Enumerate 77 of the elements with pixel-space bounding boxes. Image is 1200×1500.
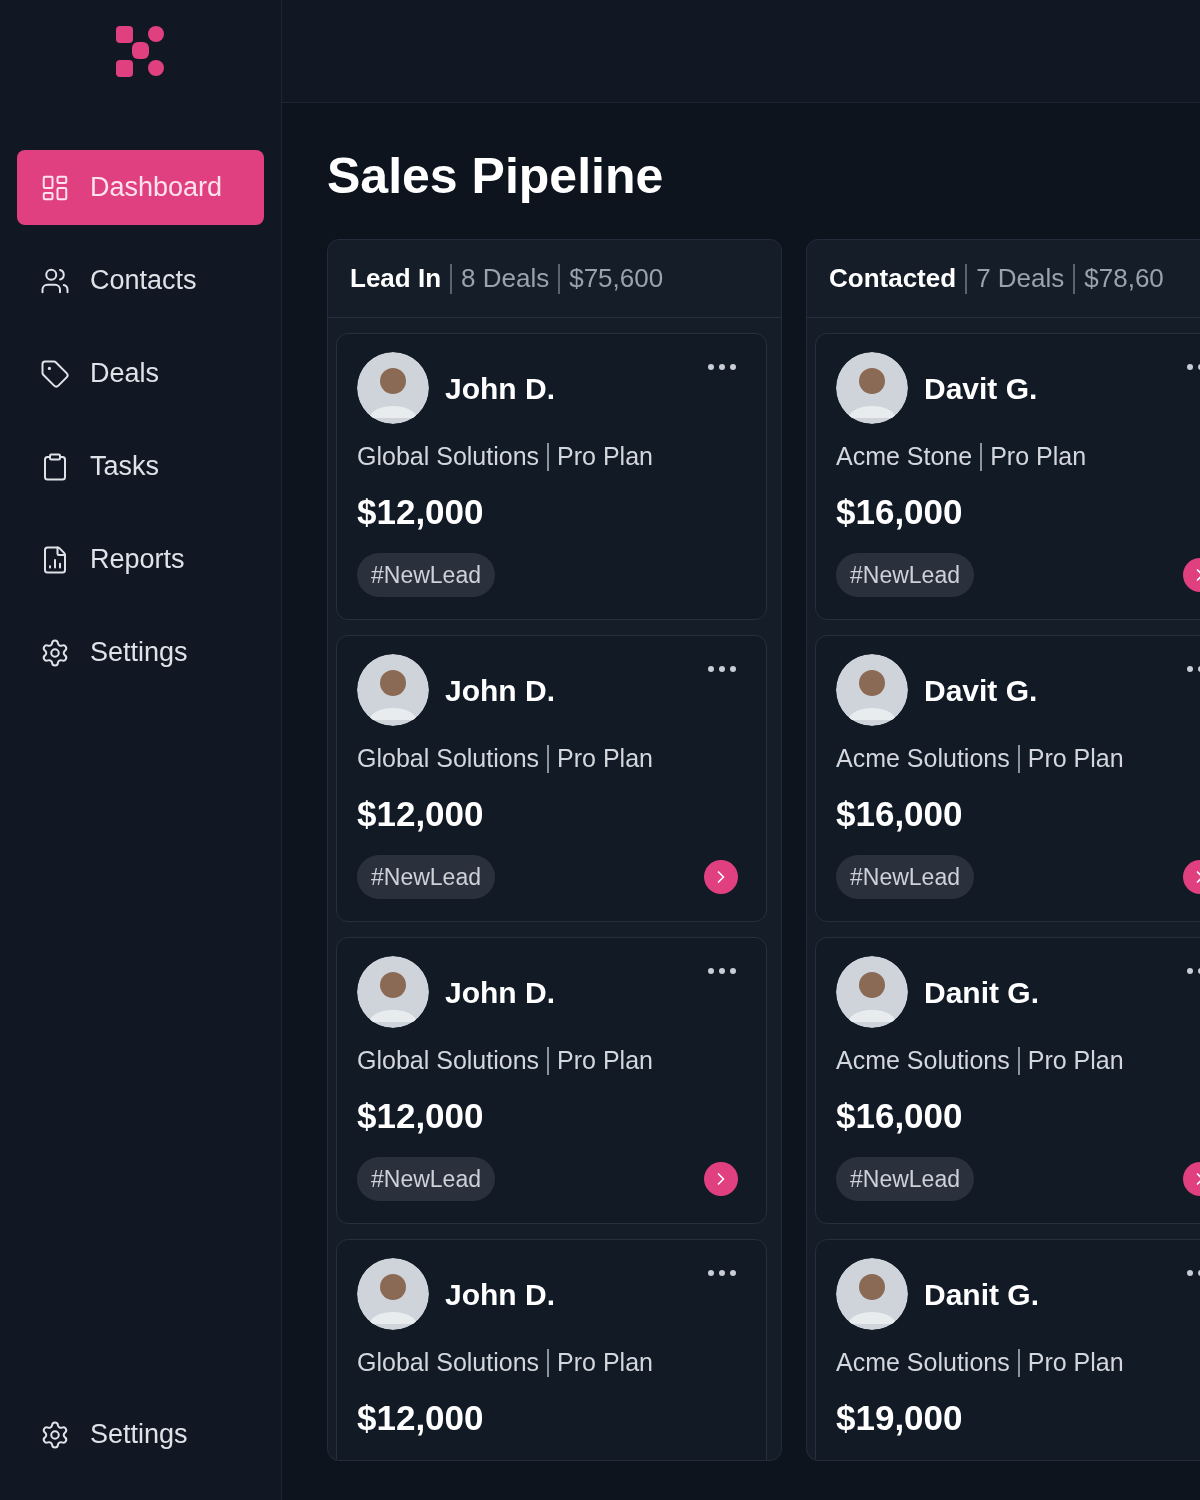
advance-button[interactable] xyxy=(704,1162,738,1196)
advance-button[interactable] xyxy=(704,860,738,894)
deal-amount: $16,000 xyxy=(836,1094,964,1137)
deal-amount: $19,000 xyxy=(836,1396,964,1439)
settings-icon xyxy=(40,1419,70,1450)
avatar xyxy=(357,956,429,1028)
plan-name: Pro Plan xyxy=(557,441,653,472)
plan-name: Pro Plan xyxy=(990,441,1087,472)
more-icon[interactable] xyxy=(708,968,736,974)
plan-name: Pro Plan xyxy=(1027,1045,1124,1076)
company-name: Acme Stone xyxy=(836,441,973,472)
contact-name: John D. xyxy=(445,1276,555,1313)
avatar xyxy=(836,1258,908,1330)
deal-card[interactable]: John D. Global Solutions Pro Plan $12,000 #NewLead xyxy=(336,333,767,620)
contact-name: Danit G. xyxy=(924,1276,1039,1313)
nav-item[interactable]: Tasks xyxy=(17,429,264,504)
settings-icon xyxy=(40,637,70,668)
company-name: Acme Solutions xyxy=(836,1347,1010,1378)
plan-name: Pro Plan xyxy=(1027,1347,1124,1378)
contact-name: Davit G. xyxy=(924,370,1038,407)
more-icon[interactable] xyxy=(708,364,736,370)
deal-card[interactable]: John D. Global Solutions Pro Plan $12,000 xyxy=(336,1239,767,1460)
column-total: $75,600 xyxy=(569,262,664,295)
contact-name: John D. xyxy=(445,370,555,407)
plan-name: Pro Plan xyxy=(557,1045,653,1076)
logo-icon xyxy=(115,26,166,78)
contact-name: Danit G. xyxy=(924,974,1039,1011)
avatar xyxy=(836,956,908,1028)
more-icon[interactable] xyxy=(708,666,736,672)
contact-name: Davit G. xyxy=(924,672,1038,709)
more-icon[interactable] xyxy=(708,1270,736,1276)
deal-amount: $12,000 xyxy=(357,1094,485,1137)
company-name: Global Solutions xyxy=(357,1347,540,1378)
company-name: Global Solutions xyxy=(357,743,540,774)
company-name: Acme Solutions xyxy=(836,1045,1010,1076)
deal-card[interactable]: Danit G. Acme Solutions Pro Plan $19,000 xyxy=(815,1239,1200,1460)
page-title: Sales Pipeline xyxy=(327,147,665,206)
deal-count: 8 Deals xyxy=(461,262,550,295)
avatar xyxy=(357,352,429,424)
deal-card[interactable]: John D. Global Solutions Pro Plan $12,000 #NewLead xyxy=(336,937,767,1224)
deal-amount: $12,000 xyxy=(357,1396,485,1439)
deal-card[interactable]: John D. Global Solutions Pro Plan $12,000 #NewLead xyxy=(336,635,767,922)
avatar xyxy=(357,654,429,726)
nav-item[interactable]: Settings xyxy=(17,1397,211,1472)
nav-item[interactable]: Settings xyxy=(17,615,264,690)
tag-chip[interactable]: #NewLead xyxy=(357,854,495,900)
nav-item[interactable]: Reports xyxy=(17,522,264,597)
tag-chip[interactable]: #NewLead xyxy=(836,1156,974,1202)
deal-card[interactable]: Davit G. Acme Stone Pro Plan $16,000 #NewLead xyxy=(815,333,1200,620)
company-name: Global Solutions xyxy=(357,441,540,472)
avatar xyxy=(836,352,908,424)
tag-icon xyxy=(40,358,70,389)
plan-name: Pro Plan xyxy=(557,743,653,774)
deal-amount: $12,000 xyxy=(357,490,485,533)
deal-card[interactable]: Davit G. Acme Solutions Pro Plan $16,000 #NewLead xyxy=(815,635,1200,922)
contact-name: John D. xyxy=(445,672,555,709)
deal-amount: $12,000 xyxy=(357,792,485,835)
contact-name: John D. xyxy=(445,974,555,1011)
column-total: $78,60 xyxy=(1084,262,1164,295)
tag-chip[interactable]: #NewLead xyxy=(836,854,974,900)
nav-item[interactable]: Contacts xyxy=(17,243,264,318)
deal-card[interactable]: Danit G. Acme Solutions Pro Plan $16,000 #NewLead xyxy=(815,937,1200,1224)
deal-count: 7 Deals xyxy=(976,262,1065,295)
tag-chip[interactable]: #NewLead xyxy=(357,1156,495,1202)
column-title: Lead In xyxy=(350,262,441,295)
company-name: Acme Solutions xyxy=(836,743,1010,774)
company-name: Global Solutions xyxy=(357,1045,540,1076)
deal-amount: $16,000 xyxy=(836,792,964,835)
tag-chip[interactable]: #NewLead xyxy=(836,552,974,598)
nav-item[interactable]: Deals xyxy=(17,336,264,411)
tag-chip[interactable]: #NewLead xyxy=(357,552,495,598)
avatar xyxy=(836,654,908,726)
plan-name: Pro Plan xyxy=(1027,743,1124,774)
plan-name: Pro Plan xyxy=(557,1347,653,1378)
column-title: Contacted xyxy=(829,262,957,295)
deal-amount: $16,000 xyxy=(836,490,964,533)
avatar xyxy=(357,1258,429,1330)
